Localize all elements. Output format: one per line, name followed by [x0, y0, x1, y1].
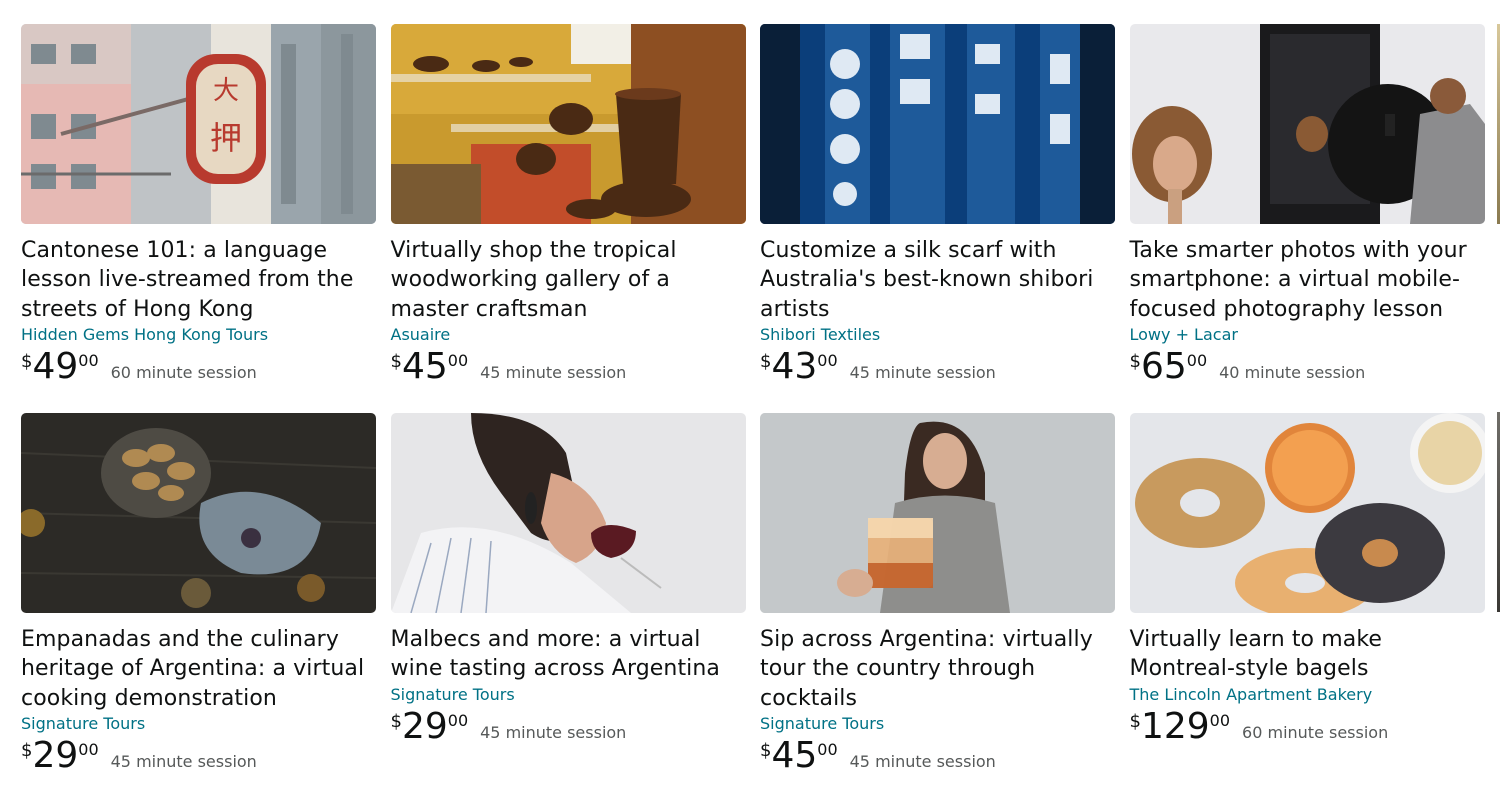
shibori-scarf-image[interactable]	[760, 24, 1115, 224]
price-row: $ 49 00 60 minute session	[21, 345, 376, 389]
price-row: $ 45 00 45 minute session	[390, 345, 746, 389]
session-length: 60 minute session	[1242, 722, 1389, 742]
price-whole: 65	[1140, 345, 1187, 387]
session-length: 45 minute session	[110, 751, 257, 771]
price-row: $ 129 00 60 minute session	[1129, 705, 1485, 749]
experience-card[interactable]: Sip across Argentina: virtually tour the…	[760, 413, 1115, 802]
experience-card[interactable]: Take smarter photos with your smartphone…	[1129, 24, 1485, 413]
photo-studio-image[interactable]	[1129, 24, 1485, 224]
svg-text:大: 大	[213, 76, 239, 106]
experience-title[interactable]: Customize a silk scarf with Australia's …	[760, 236, 1115, 324]
price-symbol: $	[760, 350, 772, 372]
price-whole: 29	[32, 734, 79, 776]
price-symbol: $	[390, 710, 402, 732]
price-row: $ 43 00 45 minute session	[760, 345, 1115, 389]
session-length: 45 minute session	[849, 362, 996, 382]
price-fraction: 00	[817, 350, 838, 370]
experience-grid: 大 押 Cantonese 101: a language lesson liv…	[21, 24, 1485, 802]
experience-card[interactable]: 大 押 Cantonese 101: a language lesson liv…	[21, 24, 376, 413]
price-symbol: $	[21, 739, 33, 761]
session-length: 60 minute session	[110, 362, 257, 382]
price-symbol: $	[21, 350, 33, 372]
seller-link[interactable]: Signature Tours	[21, 713, 376, 735]
session-length: 45 minute session	[849, 751, 996, 771]
price-whole: 45	[401, 345, 448, 387]
seller-link[interactable]: Asuaire	[391, 324, 746, 346]
seller-link[interactable]: Signature Tours	[760, 713, 1115, 735]
price-fraction: 00	[447, 350, 469, 370]
experience-title[interactable]: Sip across Argentina: virtually tour the…	[760, 625, 1115, 713]
price-row: $ 29 00 45 minute session	[390, 705, 746, 749]
seller-link[interactable]: Lowy + Lacar	[1130, 324, 1485, 346]
experience-title[interactable]: Empanadas and the culinary heritage of A…	[21, 625, 376, 713]
price-whole: 43	[771, 345, 818, 387]
price-fraction: 00	[447, 710, 469, 730]
experience-card[interactable]: Customize a silk scarf with Australia's …	[760, 24, 1115, 413]
price-whole: 49	[32, 345, 79, 387]
seller-link[interactable]: Shibori Textiles	[760, 324, 1115, 346]
wooden-bowls-gallery-image[interactable]	[390, 24, 746, 224]
session-length: 45 minute session	[480, 722, 627, 742]
experience-title[interactable]: Take smarter photos with your smartphone…	[1130, 236, 1485, 324]
price-row: $ 29 00 45 minute session	[21, 734, 376, 778]
experience-title[interactable]: Virtually shop the tropical woodworking …	[391, 236, 746, 324]
price-fraction: 00	[78, 350, 99, 370]
price-fraction: 00	[1186, 350, 1208, 370]
svg-text:押: 押	[210, 119, 242, 157]
bagels-image[interactable]	[1129, 413, 1485, 613]
price-symbol: $	[390, 350, 402, 372]
session-length: 40 minute session	[1219, 362, 1366, 382]
price-whole: 29	[401, 705, 448, 747]
price-row: $ 65 00 40 minute session	[1129, 345, 1485, 389]
price-symbol: $	[1129, 350, 1141, 372]
price-fraction: 00	[78, 739, 99, 759]
experience-card[interactable]: Virtually shop the tropical woodworking …	[390, 24, 746, 413]
seller-link[interactable]: Hidden Gems Hong Kong Tours	[21, 324, 376, 346]
experience-card[interactable]: Malbecs and more: a virtual wine tasting…	[390, 413, 746, 802]
hong-kong-street-sign-image[interactable]: 大 押	[21, 24, 376, 224]
experience-title[interactable]: Cantonese 101: a language lesson live-st…	[21, 236, 376, 324]
experience-title[interactable]: Malbecs and more: a virtual wine tasting…	[391, 625, 746, 684]
wine-tasting-image[interactable]	[390, 413, 746, 613]
empanadas-image[interactable]	[21, 413, 376, 613]
session-length: 45 minute session	[480, 362, 627, 382]
price-whole: 45	[771, 734, 818, 776]
seller-link[interactable]: The Lincoln Apartment Bakery	[1130, 684, 1485, 706]
seller-link[interactable]: Signature Tours	[391, 684, 746, 706]
price-fraction: 00	[817, 739, 838, 759]
price-symbol: $	[1129, 710, 1141, 732]
price-symbol: $	[760, 739, 772, 761]
experience-card[interactable]: Empanadas and the culinary heritage of A…	[21, 413, 376, 802]
price-whole: 129	[1140, 705, 1210, 747]
price-row: $ 45 00 45 minute session	[760, 734, 1115, 778]
experience-card[interactable]: Virtually learn to make Montreal-style b…	[1129, 413, 1485, 802]
experience-title[interactable]: Virtually learn to make Montreal-style b…	[1130, 625, 1485, 684]
price-fraction: 00	[1209, 710, 1231, 730]
cocktail-image[interactable]	[760, 413, 1115, 613]
